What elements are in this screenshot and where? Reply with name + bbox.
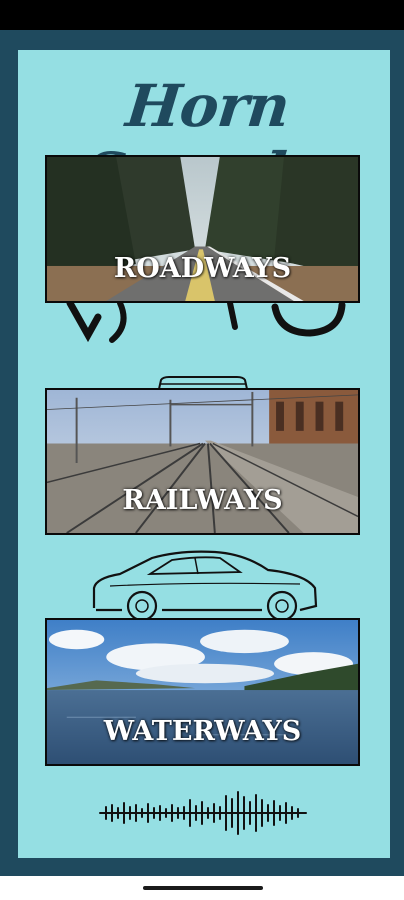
- railways-label: RAILWAYS: [122, 485, 283, 516]
- railways-card[interactable]: RAILWAYS: [45, 388, 360, 535]
- truck-icon: [66, 299, 346, 343]
- roadways-label: ROADWAYS: [113, 253, 292, 284]
- sound-wave-icon: [99, 791, 307, 835]
- status-bar: [0, 0, 404, 30]
- car-icon: [92, 550, 318, 620]
- home-indicator[interactable]: [143, 886, 263, 890]
- roadways-card[interactable]: ROADWAYS: [45, 155, 360, 303]
- waterways-label: WATERWAYS: [103, 716, 302, 747]
- waterways-card[interactable]: WATERWAYS: [45, 618, 360, 766]
